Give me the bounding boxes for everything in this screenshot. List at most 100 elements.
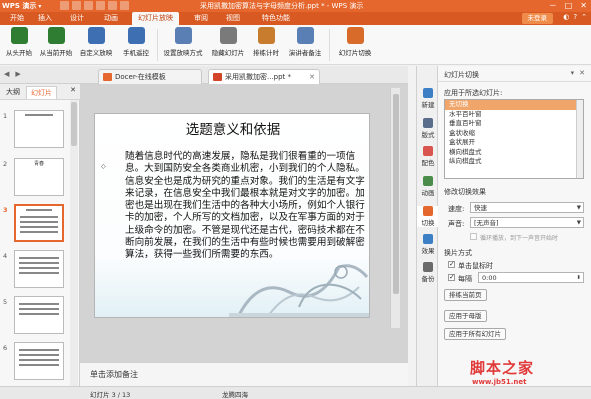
wps-app-menu[interactable]: WPS 演示 ▾ [2,0,41,12]
phone-remote-button[interactable]: 手机遥控 [118,27,154,63]
effect-list-scrollbar[interactable] [576,100,583,178]
new-icon[interactable] [60,1,69,10]
notes-pane[interactable]: 单击添加备注 [80,362,408,386]
sound-label: 声音: [448,220,465,228]
slide-scrollbar[interactable] [390,88,400,328]
pane-close-icon[interactable]: ✕ [579,69,585,77]
ribbon: 从头开始 从当前开始 自定义放映 手机遥控 设置放映方式 隐藏幻灯片 排练计时 … [0,25,591,65]
menu-review[interactable]: 审阅 [194,12,208,25]
modify-effect-label: 修改切换效果 [444,188,486,196]
pane-close-icon[interactable]: ✕ [70,86,76,94]
slide-thumbnail-pane: 1 2 青春 3 4 5 6 [0,100,80,386]
advance-label: 换片方式 [444,249,472,257]
hide-slide-button[interactable]: 隐藏幻灯片 [208,27,248,63]
on-click-label: 单击鼠标时 [458,262,493,270]
effect-item[interactable]: 垂直百叶窗 [445,119,583,129]
speed-select[interactable]: 快速 ▼ [470,202,584,213]
timer-icon [257,27,275,44]
apply-all-button[interactable]: 应用于所有幻灯片 [444,328,506,340]
setup-show-button[interactable]: 设置放映方式 [160,27,206,63]
effect-item[interactable]: 水平百叶窗 [445,110,583,120]
menu-view[interactable]: 视图 [226,12,240,25]
advance-time-stepper[interactable]: 0:00 ⬍ [478,272,584,283]
tab-docer-templates[interactable]: Docer-在线模板 [98,69,202,84]
menu-slideshow[interactable]: 幻灯片放映 [132,12,179,25]
every-checkbox[interactable] [448,273,455,281]
slide-thumbnail-6[interactable] [14,342,64,380]
side-backup-button[interactable]: 备份 [417,262,439,283]
slide-number: 6 [3,344,8,352]
slide-thumbnail-1[interactable] [14,110,64,148]
minimize-button[interactable]: － [549,0,557,12]
on-click-checkbox[interactable] [448,260,455,268]
close-button[interactable]: ✕ [580,0,587,12]
window-title: 采用凯撒加密算法与字母频度分析.ppt * - WPS 演示 [200,2,364,10]
slide-title[interactable]: 选题意义和依据 [95,118,371,138]
docer-icon [103,73,112,81]
open-icon[interactable] [72,1,81,10]
help-icon[interactable]: ? [573,13,577,21]
print-icon[interactable] [96,1,105,10]
window-controls: － □ ✕ [549,0,587,12]
loop-sound-checkbox[interactable] [470,233,477,240]
dragon-decoration-icon [229,264,369,317]
skin-icon[interactable]: ◐ [563,13,569,21]
custom-show-button[interactable]: 自定义放映 [76,27,116,63]
menu-features[interactable]: 特色功能 [262,12,290,25]
undo-icon[interactable] [108,1,117,10]
bullet-icon: ◇ [101,163,106,170]
tab-slides[interactable]: 幻灯片 [26,86,57,99]
tab-outline[interactable]: 大纲 [2,86,24,99]
pane-options-icon[interactable]: ▾ [571,69,575,77]
hide-slide-icon [219,27,237,44]
effect-item[interactable]: 无切换 [445,100,583,110]
sound-select[interactable]: [无声音] ▼ [470,217,584,228]
rehearse-timings-button[interactable]: 排练计时 [250,27,282,63]
slide-number: 1 [3,112,8,120]
menu-insert[interactable]: 插入 [38,12,52,25]
tab-current-presentation[interactable]: 采用凯撒加密...ppt * ✕ [208,69,320,84]
speaker-notes-button[interactable]: 演讲者备注 [284,27,326,63]
slide-thumbnail-3[interactable] [14,204,64,242]
tab-next-icon[interactable]: ▶ [15,70,20,78]
effects-icon [423,234,433,244]
side-new-button[interactable]: 新建 [417,88,439,109]
maximize-button[interactable]: □ [565,0,573,12]
side-color-button[interactable]: 配色 [417,146,439,167]
effect-item[interactable]: 横向棋盘式 [445,148,583,158]
task-pane-switcher: 新建 版式 配色 动画 切换 效果 备份 [416,66,439,386]
play-from-start-button[interactable]: 从头开始 [2,27,36,63]
slide-transition-button[interactable]: 幻灯片切换 [334,27,376,63]
slide-thumbnail-4[interactable] [14,250,64,288]
title-bar: WPS 演示 ▾ 采用凯撒加密算法与字母频度分析.ppt * - WPS 演示 －… [0,0,591,12]
login-button[interactable]: 未登录 [521,13,553,24]
slide-thumbnail-2[interactable]: 青春 [14,158,64,196]
status-bar: 幻灯片 3 / 13 龙腾四海 [0,386,591,399]
thumbnail-scrollbar[interactable] [70,100,78,386]
side-effects-button[interactable]: 效果 [417,234,439,255]
side-transition-button[interactable]: 切换 [417,206,439,227]
slide-thumbnail-5[interactable] [14,296,64,334]
rehearse-current-button[interactable]: 排练当前页 [444,289,487,301]
side-animation-button[interactable]: 动画 [417,176,439,197]
menu-design[interactable]: 设计 [70,12,84,25]
slide-number: 3 [3,206,8,214]
side-layout-button[interactable]: 版式 [417,118,439,139]
close-tab-icon[interactable]: ✕ [309,70,315,84]
redo-icon[interactable] [120,1,129,10]
menu-animation[interactable]: 动画 [104,12,118,25]
apply-master-button[interactable]: 应用于母版 [444,310,487,322]
site-url-watermark: www.jb51.net [472,378,527,386]
effect-item[interactable]: 盒状展开 [445,138,583,148]
left-pane-header: 大纲 幻灯片 ✕ [0,84,80,100]
menu-bar: 开始 插入 设计 动画 幻灯片放映 审阅 视图 特色功能 未登录 ◐ ? ⌃ [0,12,591,25]
play-from-current-button[interactable]: 从当前开始 [36,27,76,63]
effect-item[interactable]: 纵向棋盘式 [445,157,583,167]
effect-item[interactable]: 盒状收缩 [445,129,583,139]
save-icon[interactable] [84,1,93,10]
tab-prev-icon[interactable]: ◀ [4,70,9,78]
chevron-down-icon: ▼ [576,220,581,226]
collapse-ribbon-icon[interactable]: ⌃ [581,13,587,21]
current-slide[interactable]: 选题意义和依据 ◇ 随着信息时代的高速发展，隐私是我们很看重的一项信息。大到国防… [94,113,370,318]
menu-home[interactable]: 开始 [10,12,24,25]
